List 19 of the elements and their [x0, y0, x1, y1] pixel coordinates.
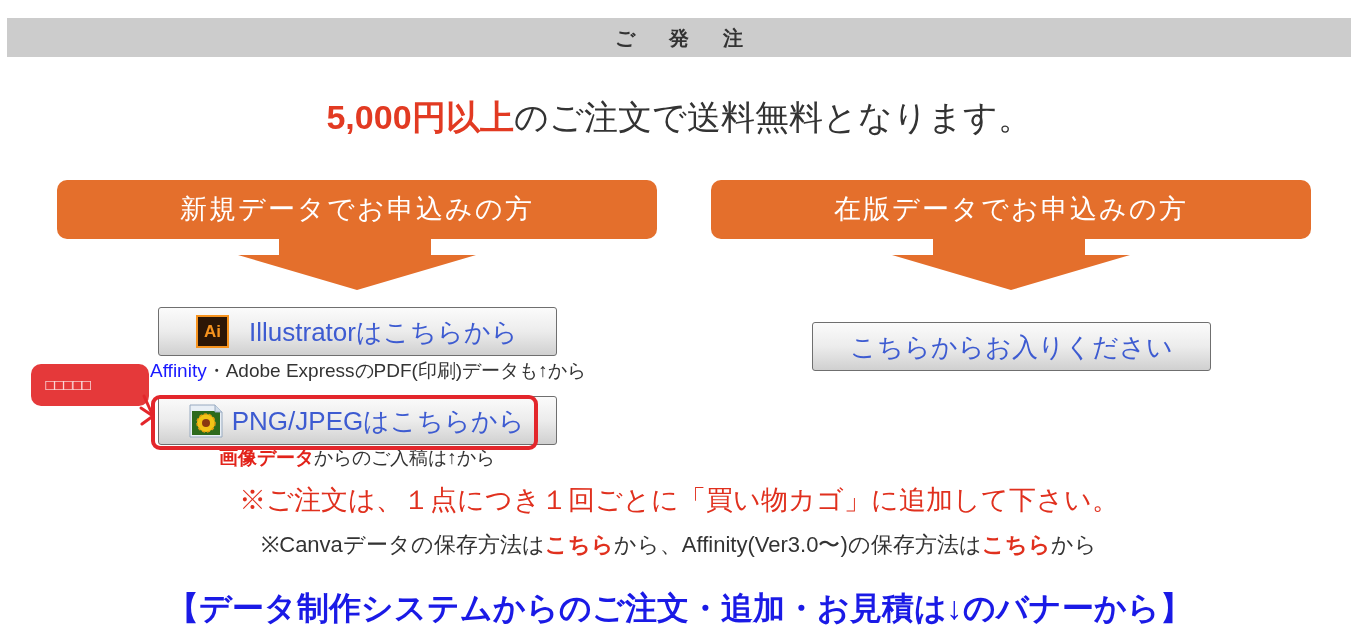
image-upload-button[interactable]: PNG/JPEGはこちらから — [157, 396, 557, 445]
free-shipping-headline: 5,000円以上のご注文で送料無料となります。 — [326, 97, 1032, 138]
illustrator-button[interactable]: Ai Illustratorはこちらから — [157, 307, 557, 356]
here-link[interactable]: こちら — [544, 532, 614, 557]
flower-image-icon — [188, 403, 223, 438]
here-link[interactable]: こちら — [981, 532, 1051, 557]
down-arrow-icon — [892, 239, 1130, 290]
down-arrow-icon — [238, 239, 476, 290]
order-notice: ※ご注文は、１点につき１回ごとに「買い物カゴ」に追加して下さい。 — [239, 484, 1119, 517]
callout-label: □□□□□ — [30, 364, 149, 406]
save-method-note: ※Canvaデータの保存方法は こちらから、Affinity(Ver3.0〜)の保存方法は こちらから — [261, 531, 1097, 559]
section-title: ご発注 — [614, 25, 777, 50]
section-banner: 在版データでお申込みの方 — [711, 180, 1311, 239]
file-format-note: Affinity・Adobe ExpressのPDF(印刷)データも↑から — [150, 359, 586, 383]
inline-link[interactable]: Affinity — [150, 360, 207, 381]
system-order-heading: 【データ制作システムからのご注文・追加・お見積は↓のバナーから】 — [166, 589, 1192, 627]
enter-button[interactable]: こちらからお入りください — [811, 322, 1211, 371]
ai-logo-icon: Ai — [196, 315, 230, 348]
section-banner: 新規データでお申込みの方 — [57, 180, 657, 239]
